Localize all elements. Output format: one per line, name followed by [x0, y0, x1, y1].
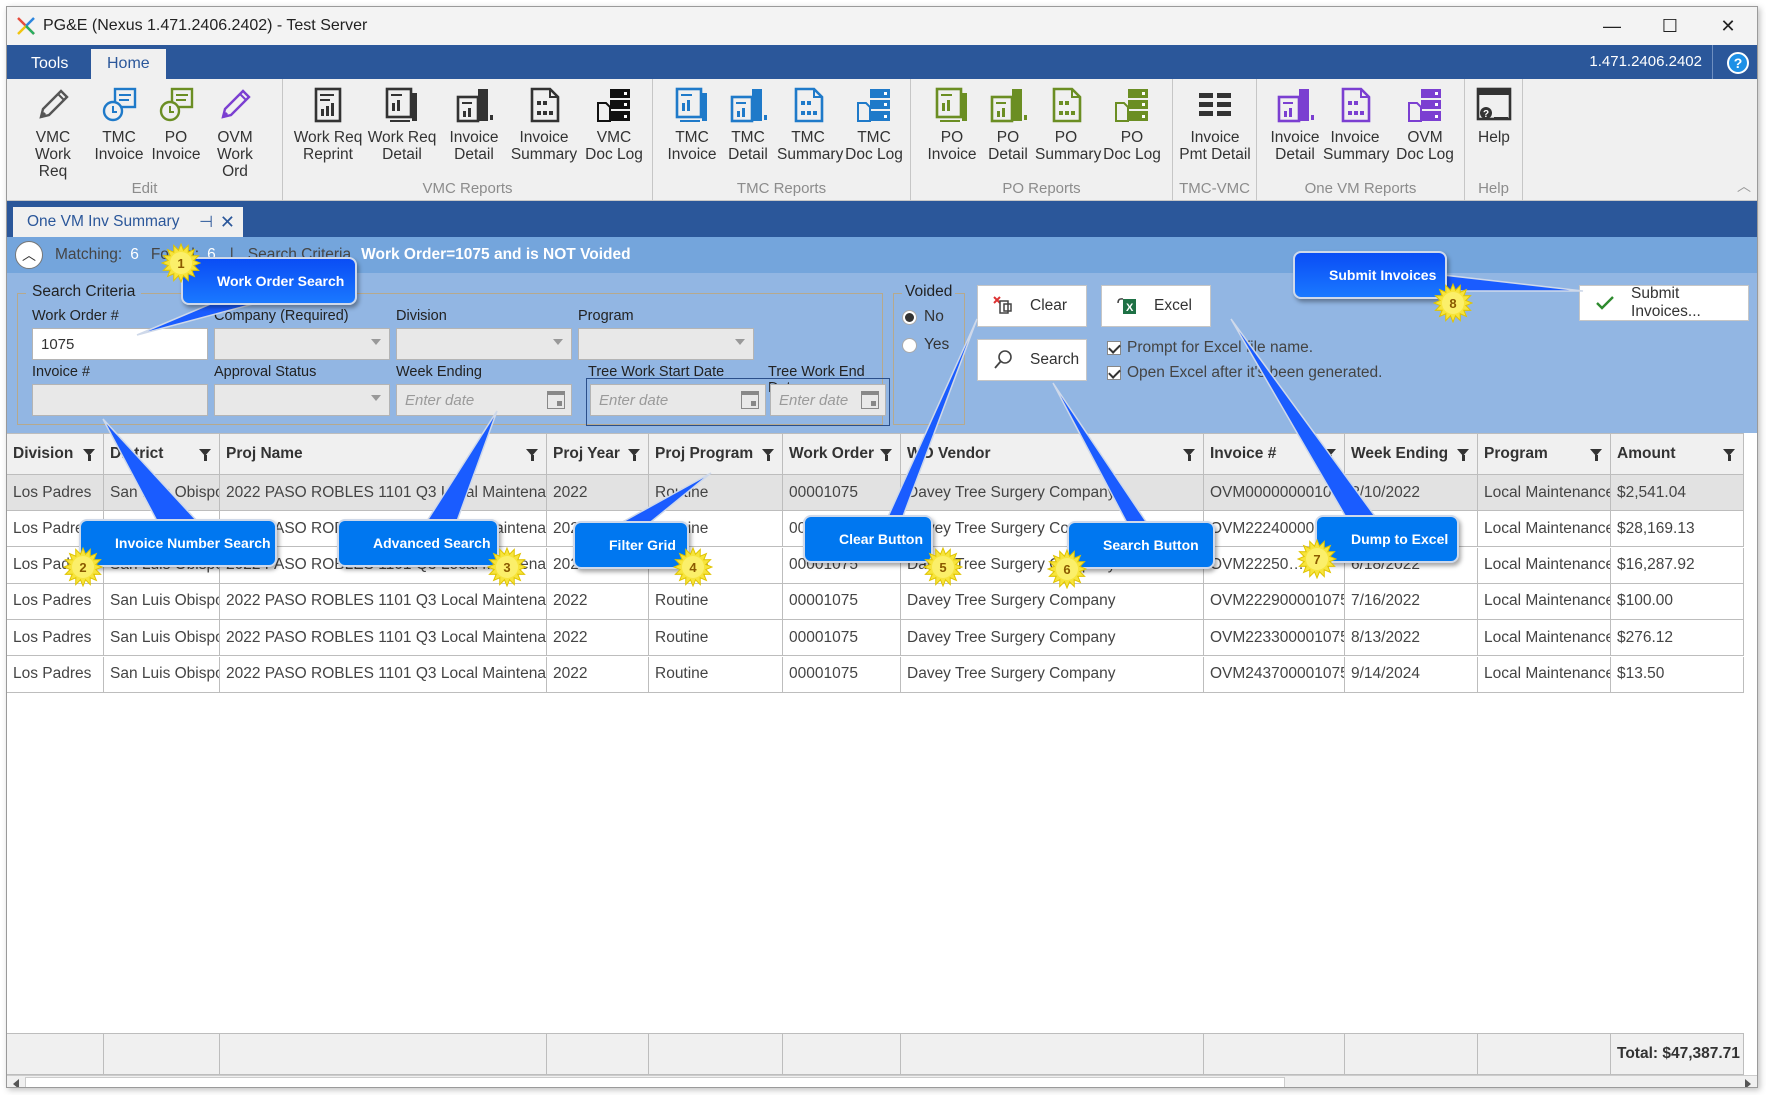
callout-search-button: Search Button [1067, 521, 1215, 569]
starburst-badge-icon: 7 [1296, 538, 1338, 580]
callout-number: 1 [177, 255, 185, 271]
callout-number: 8 [1449, 295, 1457, 311]
callout-tail [885, 318, 978, 520]
starburst-badge-icon: 8 [1432, 282, 1474, 324]
callout-number: 2 [79, 559, 87, 575]
callout-work-order-search: Work Order Search [181, 257, 357, 305]
starburst-badge-icon: 6 [1046, 548, 1088, 590]
callout-tail [616, 472, 712, 526]
callout-tail [425, 410, 498, 522]
callout-number: 6 [1063, 561, 1071, 577]
callout-tail [1230, 318, 1379, 520]
callout-tail [102, 418, 199, 522]
callout-number: 7 [1313, 551, 1321, 567]
callout-filter-grid: Filter Grid [573, 521, 689, 569]
app-window: PG&E (Nexus 1.471.2406.2402) - Test Serv… [6, 6, 1758, 1088]
starburst-badge-icon: 1 [160, 242, 202, 284]
callout-number: 3 [503, 559, 511, 575]
callout-advanced-search: Advanced Search [337, 519, 499, 567]
starburst-badge-icon: 2 [62, 546, 104, 588]
callout-invoice-number-search: Invoice Number Search [79, 519, 277, 567]
starburst-badge-icon: 5 [922, 546, 964, 588]
starburst-badge-icon: 3 [486, 546, 528, 588]
callout-tail [1052, 382, 1149, 524]
callout-clear-button: Clear Button [803, 515, 933, 563]
starburst-badge-icon: 4 [672, 546, 714, 588]
callout-number: 4 [689, 559, 697, 575]
callout-submit-invoices: Submit Invoices [1293, 251, 1447, 299]
callout-number: 5 [939, 559, 947, 575]
